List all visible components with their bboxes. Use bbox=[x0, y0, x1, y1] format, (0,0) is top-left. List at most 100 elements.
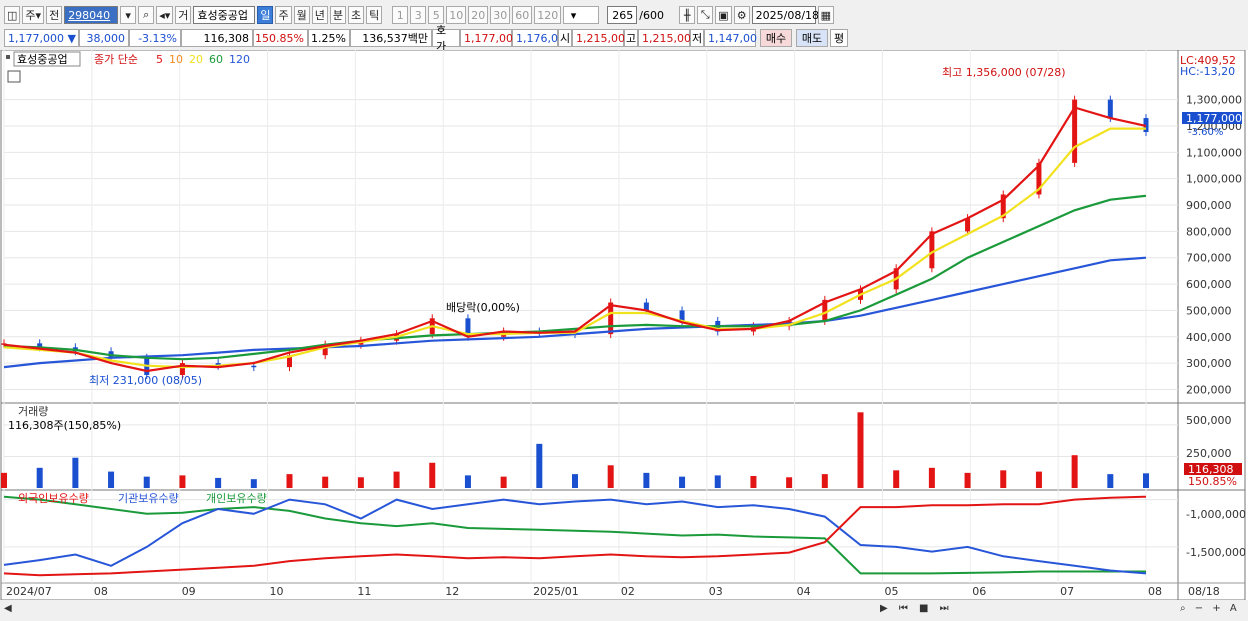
volume-bar bbox=[786, 477, 793, 488]
interval-20[interactable]: 20 bbox=[468, 6, 489, 24]
date-label: 03 bbox=[709, 585, 723, 598]
infobar: 1,177,000 ▼ 38,000 -3.13% 116,308 150.85… bbox=[0, 24, 1248, 53]
date-label: 05 bbox=[884, 585, 898, 598]
volume-bar bbox=[250, 479, 257, 488]
interval-3[interactable]: 3 bbox=[410, 6, 427, 24]
open-label: 시 bbox=[558, 29, 572, 47]
candle-body bbox=[251, 365, 257, 368]
price-tick-label: 300,000 bbox=[1186, 357, 1232, 370]
institution-line bbox=[3, 498, 1147, 575]
tab-minute[interactable]: 분 bbox=[329, 6, 346, 24]
price-tick-label: 400,000 bbox=[1186, 331, 1232, 344]
search-icon[interactable]: ⌕ bbox=[138, 6, 155, 24]
tab-second[interactable]: 초 bbox=[347, 6, 365, 24]
candle-icon[interactable]: ╫ bbox=[679, 6, 696, 24]
last-price-label: 1,177,000 bbox=[1186, 112, 1242, 125]
interval-select[interactable]: ▾ bbox=[563, 6, 600, 24]
last-pct-label: -3.60% bbox=[1188, 127, 1223, 138]
tab-month[interactable]: 월 bbox=[293, 6, 310, 24]
date-label: 02 bbox=[621, 585, 635, 598]
volume-bar bbox=[1107, 474, 1114, 488]
tab-tick[interactable]: 틱 bbox=[366, 6, 383, 24]
save-icon[interactable]: ▣ bbox=[715, 6, 732, 24]
foreign-line bbox=[3, 495, 1147, 577]
eval-button[interactable]: 평 bbox=[830, 29, 848, 47]
tab-day[interactable]: 일 bbox=[257, 6, 274, 24]
date-label: 2025/01 bbox=[533, 585, 579, 598]
high-label: 고 bbox=[624, 29, 638, 47]
open-value: 1,215,00 bbox=[572, 29, 625, 47]
hc-label: HC:-13,20 bbox=[1180, 65, 1235, 78]
price-tick-label: 900,000 bbox=[1186, 199, 1232, 212]
volume-bar bbox=[357, 477, 364, 488]
volume-bar bbox=[714, 475, 721, 488]
volume-bar bbox=[821, 474, 828, 488]
all-button[interactable]: 전 bbox=[46, 6, 63, 24]
speaker-icon[interactable]: ◂▾ bbox=[156, 6, 174, 24]
gear-icon[interactable]: ⚙ bbox=[733, 6, 750, 24]
ma-legend: 5 10 20 60 120 bbox=[156, 53, 250, 66]
price-tick-label: 1,000,000 bbox=[1186, 173, 1242, 186]
volume-bar bbox=[179, 475, 186, 488]
volume-bar bbox=[607, 465, 614, 488]
chevron-down-icon[interactable]: ▾ bbox=[120, 6, 137, 24]
bid2-value: 1,176,0 bbox=[512, 29, 558, 47]
exchange-label[interactable]: 거 bbox=[175, 6, 192, 24]
volume-bar bbox=[1, 472, 7, 488]
individual-line bbox=[3, 495, 1146, 575]
date-input[interactable]: 2025/08/18 bbox=[751, 6, 819, 24]
playback-controls[interactable]: ▶ ⏮ ■ ⏭ bbox=[880, 603, 953, 617]
volume-bar bbox=[1071, 455, 1078, 488]
low-annotation: 최저 231,000 (08/05) bbox=[89, 374, 202, 387]
volume-bar bbox=[572, 474, 578, 488]
volume-bar bbox=[143, 476, 150, 488]
toolbar: ◫ 주 ▾ 전 298040 ▾ ⌕ ◂▾ 거 효성중공업 일 주 월 년 분 초… bbox=[0, 4, 1248, 26]
buy-button[interactable]: 매수 bbox=[760, 29, 792, 47]
mode-label: 주 bbox=[25, 9, 36, 22]
price-tick-label: 800,000 bbox=[1186, 225, 1232, 238]
interval-30[interactable]: 30 bbox=[490, 6, 511, 24]
ma-legend-item: 10 bbox=[169, 53, 183, 66]
volume-bar bbox=[72, 457, 79, 488]
turnover: 1.25% bbox=[308, 29, 350, 47]
volume-bar bbox=[322, 476, 329, 488]
volume-bar bbox=[643, 472, 650, 488]
low-label: 저 bbox=[690, 29, 704, 47]
zoom-controls[interactable]: ⌕ − + A bbox=[1180, 603, 1240, 617]
candle-body bbox=[679, 310, 685, 321]
volume-bar bbox=[750, 476, 757, 488]
interval-120[interactable]: 120 bbox=[534, 6, 562, 24]
window-icon[interactable]: ◫ bbox=[4, 6, 21, 24]
count-input[interactable]: 265 bbox=[607, 6, 638, 24]
volume-bar bbox=[679, 476, 686, 488]
vol-pct-label: 150.85% bbox=[1188, 475, 1237, 488]
calendar-icon[interactable]: ▦ bbox=[817, 6, 835, 24]
tab-year[interactable]: 년 bbox=[311, 6, 328, 24]
volume-readout: 116,308주(150,85%) bbox=[8, 419, 121, 432]
volume-bar bbox=[36, 467, 43, 488]
interval-60[interactable]: 60 bbox=[512, 6, 533, 24]
price-text: 1,177,000 bbox=[8, 31, 64, 45]
sell-button[interactable]: 매도 bbox=[796, 29, 828, 47]
date-label: 2024/07 bbox=[6, 585, 52, 598]
interval-1[interactable]: 1 bbox=[392, 6, 409, 24]
scroll-left-icon[interactable]: ◀ bbox=[4, 603, 12, 617]
chart-area[interactable]: 200,000 300,000 400,000 500,000 600,000 700,0… bbox=[0, 50, 1248, 621]
holdings-tick-2: -1,500,000 bbox=[1186, 546, 1246, 559]
count-total: /600 bbox=[639, 8, 664, 22]
legend-name: 효성중공업 bbox=[17, 53, 68, 66]
code-input[interactable]: 298040 bbox=[64, 6, 119, 24]
date-label: 07 bbox=[1060, 585, 1074, 598]
ma-legend-item: 120 bbox=[229, 53, 250, 66]
low-value: 1,147,00 bbox=[704, 29, 757, 47]
volume-bar bbox=[893, 470, 900, 488]
table-icon[interactable] bbox=[7, 70, 21, 83]
price-value: 1,177,000 ▼ bbox=[4, 29, 79, 47]
date-label: 11 bbox=[357, 585, 371, 598]
volume-bar bbox=[500, 476, 507, 488]
tab-week[interactable]: 주 bbox=[275, 6, 292, 24]
mode-select[interactable]: 주 ▾ bbox=[22, 6, 45, 24]
holdings-legend-foreign: 외국인보유수량 bbox=[18, 492, 89, 505]
tool-icon[interactable]: ⤡ bbox=[697, 6, 714, 24]
volume-title: 거래량 bbox=[18, 405, 48, 418]
